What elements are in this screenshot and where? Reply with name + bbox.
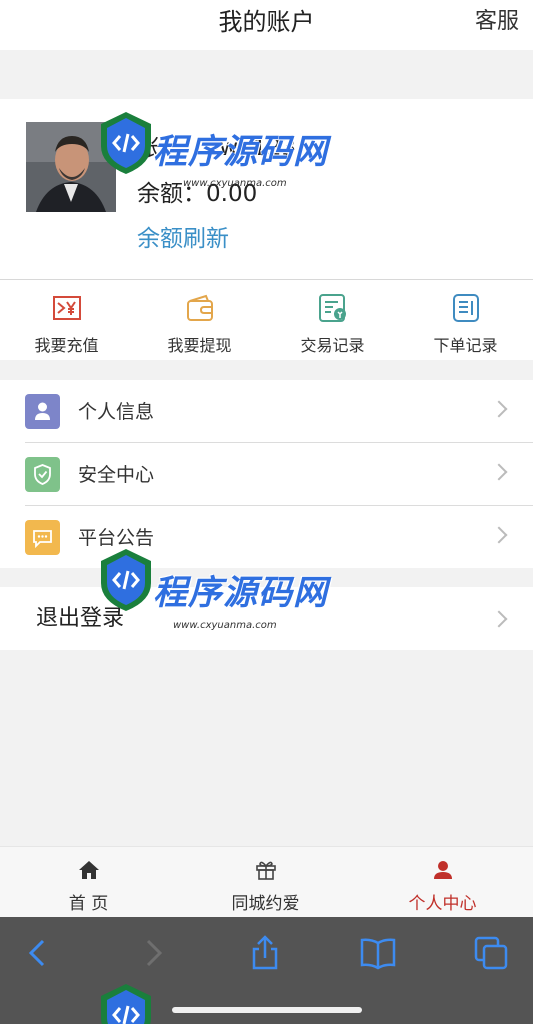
yen-transfer-icon [52, 296, 81, 320]
user-icon [433, 861, 452, 879]
bookmarks-icon[interactable] [358, 933, 398, 973]
transaction-record-button[interactable]: 交易记录 [266, 280, 399, 360]
menu-label-personal-info: 个人信息 [78, 401, 155, 423]
chevron-right-icon [490, 400, 508, 418]
tab-personal-center[interactable]: 个人中心 [354, 847, 531, 918]
forward-icon[interactable] [133, 933, 173, 973]
username-value: qwe123 [204, 135, 297, 161]
withdraw-button[interactable]: 我要提现 [133, 280, 266, 360]
tab-local-dating[interactable]: 同城约爱 [177, 847, 354, 918]
chevron-right-icon [490, 610, 508, 628]
recharge-button[interactable]: 我要充值 [0, 280, 133, 360]
share-icon[interactable] [245, 933, 285, 973]
transaction-record-icon [318, 294, 346, 322]
quick-actions: 我要充值 我要提现 交易记录 下单记录 [0, 280, 533, 360]
logout-label: 退出登录 [36, 606, 125, 631]
bottom-tab-bar: 首 页 同城约爱 个人中心 [0, 846, 533, 918]
menu-item-announcements[interactable]: 平台公告 [0, 506, 533, 568]
settings-menu: 个人信息 安全中心 平台公告 [0, 380, 533, 568]
tab-label-home: 首 页 [68, 894, 109, 914]
message-icon [25, 520, 60, 555]
avatar [26, 122, 116, 212]
person-icon [25, 394, 60, 429]
username-prefix: 账 [137, 135, 160, 161]
recharge-label: 我要充值 [34, 336, 99, 355]
transaction-record-label: 交易记录 [300, 336, 365, 355]
menu-item-personal-info[interactable]: 个人信息 [0, 380, 533, 442]
order-record-icon [452, 294, 479, 322]
back-icon[interactable] [18, 933, 58, 973]
page-title: 我的账户 [218, 8, 315, 36]
menu-item-security-center[interactable]: 安全中心 [0, 443, 533, 505]
withdraw-label: 我要提现 [167, 336, 232, 355]
logout-button[interactable]: 退出登录 [0, 587, 533, 650]
order-record-button[interactable]: 下单记录 [399, 280, 532, 360]
tab-home[interactable]: 首 页 [0, 847, 177, 918]
wallet-icon [186, 294, 213, 321]
shield-check-icon [25, 457, 60, 492]
header: 我的账户 客服 [0, 0, 533, 50]
gift-icon [255, 861, 276, 880]
tabs-icon[interactable] [471, 933, 511, 973]
tab-label-personal-center: 个人中心 [408, 894, 477, 914]
order-record-label: 下单记录 [433, 336, 498, 355]
tab-label-local-dating: 同城约爱 [231, 894, 300, 914]
customer-service-button[interactable]: 客服 [475, 0, 519, 50]
home-icon [78, 861, 99, 879]
menu-label-announcements: 平台公告 [78, 527, 155, 549]
balance: 余额：0.00 [137, 181, 258, 207]
home-indicator [172, 1007, 362, 1013]
menu-label-security-center: 安全中心 [78, 464, 155, 486]
chevron-right-icon [490, 526, 508, 544]
chevron-right-icon [490, 463, 508, 481]
refresh-balance-button[interactable]: 余额刷新 [137, 219, 229, 253]
profile-card: 账 qwe123 余额：0.00 余额刷新 [0, 99, 533, 280]
username: 账 qwe123 [137, 128, 296, 162]
